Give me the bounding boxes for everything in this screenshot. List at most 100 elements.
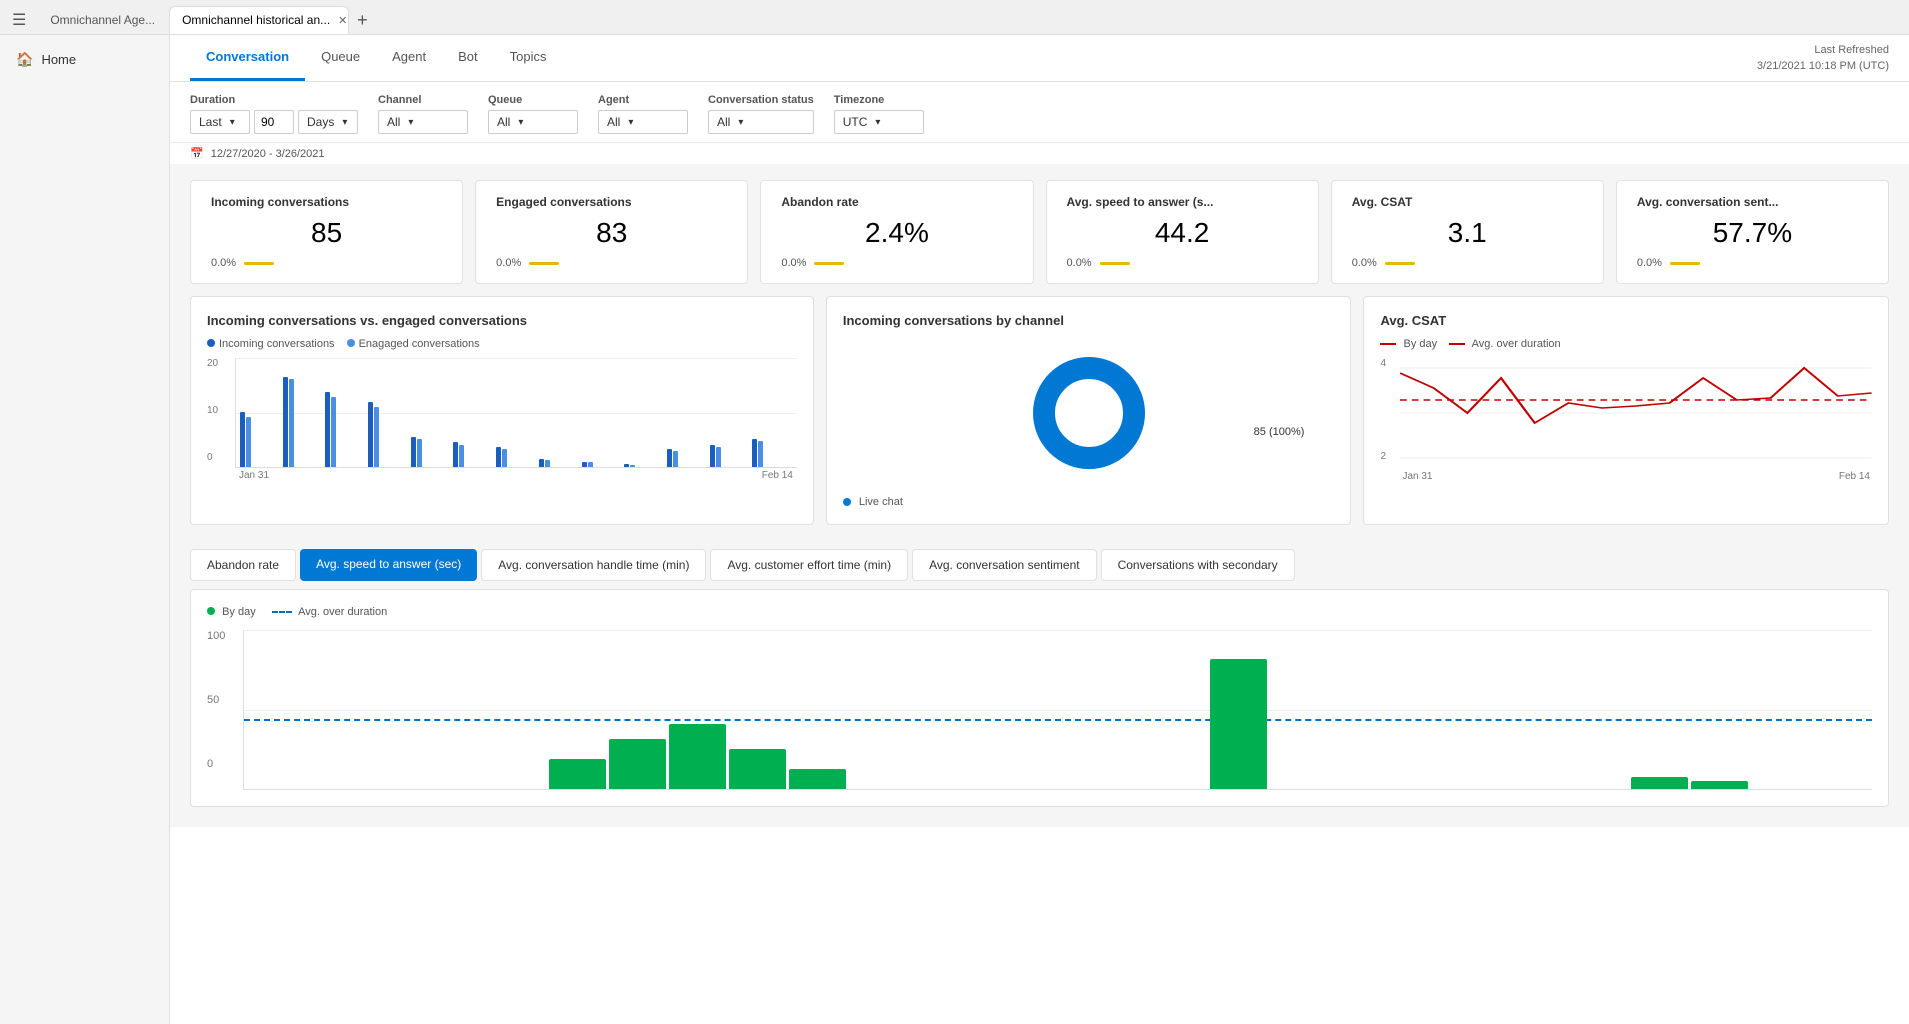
kpi-incoming-footer: 0.0% bbox=[211, 257, 442, 269]
filter-duration-controls: Last ▾ Days ▾ bbox=[190, 110, 358, 134]
bottom-y-labels: 100 50 0 bbox=[207, 630, 225, 770]
hamburger-icon[interactable]: ☰ bbox=[8, 6, 30, 34]
bar-chart-legend: Incoming conversations Enagaged conversa… bbox=[207, 338, 797, 350]
chevron-down-icon-6: ▾ bbox=[738, 117, 743, 128]
kpi-speed-delta: 0.0% bbox=[1067, 257, 1092, 269]
donut-svg bbox=[1029, 353, 1149, 473]
filter-duration-label: Duration bbox=[190, 94, 358, 106]
line-y-labels: 42 bbox=[1380, 358, 1386, 462]
last-refreshed-value: 3/21/2021 10:18 PM (UTC) bbox=[1757, 58, 1889, 75]
home-icon: 🏠 bbox=[16, 51, 33, 68]
kpi-speed-trend-bar bbox=[1100, 262, 1130, 265]
bottom-chart-card: By day Avg. over duration 100 50 0 bbox=[190, 589, 1889, 807]
tab-agent[interactable]: Agent bbox=[376, 35, 442, 81]
conv-status-select[interactable]: All ▾ bbox=[708, 110, 814, 134]
kpi-sentiment-trend-bar bbox=[1670, 262, 1700, 265]
bottom-bar-chart bbox=[243, 630, 1872, 790]
agent-select[interactable]: All ▾ bbox=[598, 110, 688, 134]
chevron-down-icon-3: ▾ bbox=[408, 117, 413, 128]
kpi-abandon-trend-bar bbox=[814, 262, 844, 265]
kpi-abandon-title: Abandon rate bbox=[781, 195, 1012, 209]
kpi-abandon-footer: 0.0% bbox=[781, 257, 1012, 269]
filter-conversation-status: Conversation status All ▾ bbox=[708, 94, 814, 134]
legend-avg-duration: Avg. over duration bbox=[1449, 338, 1561, 350]
donut-chart-card: Incoming conversations by channel 85 (10… bbox=[826, 296, 1352, 525]
bottom-tab-secondary[interactable]: Conversations with secondary bbox=[1101, 549, 1295, 581]
tab-topics[interactable]: Topics bbox=[494, 35, 563, 81]
chevron-down-icon-7: ▾ bbox=[875, 117, 880, 128]
charts-row: Incoming conversations vs. engaged conve… bbox=[170, 296, 1909, 537]
bottom-tab-sentiment[interactable]: Avg. conversation sentiment bbox=[912, 549, 1097, 581]
legend-by-day-bottom: By day bbox=[207, 606, 256, 618]
filters-bar: Duration Last ▾ Days ▾ Channel All bbox=[170, 82, 1909, 143]
bottom-tab-abandon[interactable]: Abandon rate bbox=[190, 549, 296, 581]
queue-select[interactable]: All ▾ bbox=[488, 110, 578, 134]
chevron-down-icon-4: ▾ bbox=[518, 117, 523, 128]
bottom-chart-legend: By day Avg. over duration bbox=[207, 606, 1872, 618]
bottom-tab-effort[interactable]: Avg. customer effort time (min) bbox=[710, 549, 908, 581]
bottom-tab-speed[interactable]: Avg. speed to answer (sec) bbox=[300, 549, 477, 581]
filter-timezone: Timezone UTC ▾ bbox=[834, 94, 924, 134]
line-chart-card: Avg. CSAT By day Avg. over duration 42 bbox=[1363, 296, 1889, 525]
channel-select[interactable]: All ▾ bbox=[378, 110, 468, 134]
kpi-card-csat: Avg. CSAT 3.1 0.0% bbox=[1331, 180, 1604, 284]
kpi-incoming-value: 85 bbox=[211, 217, 442, 249]
bottom-chart-tabs: Abandon rate Avg. speed to answer (sec) … bbox=[170, 537, 1909, 589]
timezone-select[interactable]: UTC ▾ bbox=[834, 110, 924, 134]
line-chart-area: 42 Jan 31 Feb 14 bbox=[1380, 358, 1872, 482]
bar-chart-card: Incoming conversations vs. engaged conve… bbox=[190, 296, 814, 525]
new-tab-button[interactable]: + bbox=[351, 8, 374, 33]
filter-duration: Duration Last ▾ Days ▾ bbox=[190, 94, 358, 134]
chevron-down-icon: ▾ bbox=[230, 117, 235, 128]
tab-conversation[interactable]: Conversation bbox=[190, 35, 305, 81]
duration-value-input[interactable] bbox=[254, 110, 294, 134]
chevron-down-icon-2: ▾ bbox=[342, 117, 347, 128]
bottom-tab-handle[interactable]: Avg. conversation handle time (min) bbox=[481, 549, 706, 581]
tab-close-icon[interactable]: ✕ bbox=[338, 14, 347, 27]
kpi-csat-delta: 0.0% bbox=[1352, 257, 1377, 269]
kpi-engaged-value: 83 bbox=[496, 217, 727, 249]
bottom-chart-area: By day Avg. over duration 100 50 0 bbox=[170, 589, 1909, 827]
kpi-engaged-trend-bar bbox=[529, 262, 559, 265]
kpi-engaged-footer: 0.0% bbox=[496, 257, 727, 269]
duration-unit-select[interactable]: Days ▾ bbox=[298, 110, 358, 134]
kpi-sentiment-title: Avg. conversation sent... bbox=[1637, 195, 1868, 209]
kpi-speed-value: 44.2 bbox=[1067, 217, 1298, 249]
tab-bot[interactable]: Bot bbox=[442, 35, 494, 81]
line-x-labels: Jan 31 Feb 14 bbox=[1400, 471, 1872, 482]
sidebar-item-home[interactable]: 🏠 Home bbox=[0, 43, 169, 76]
chevron-down-icon-5: ▾ bbox=[628, 117, 633, 128]
header: Conversation Queue Agent Bot Topics Last… bbox=[170, 35, 1909, 82]
legend-by-day: By day bbox=[1380, 338, 1437, 350]
filter-agent-label: Agent bbox=[598, 94, 688, 106]
filter-channel: Channel All ▾ bbox=[378, 94, 468, 134]
filter-agent: Agent All ▾ bbox=[598, 94, 688, 134]
kpi-cards-row: Incoming conversations 85 0.0% Engaged c… bbox=[170, 164, 1909, 296]
main-content: Conversation Queue Agent Bot Topics Last… bbox=[170, 35, 1909, 1024]
browser-tab-bar: ☰ Omnichannel Age... Omnichannel histori… bbox=[0, 0, 1909, 35]
filter-channel-label: Channel bbox=[378, 94, 468, 106]
tab-queue[interactable]: Queue bbox=[305, 35, 376, 81]
kpi-sentiment-footer: 0.0% bbox=[1637, 257, 1868, 269]
kpi-sentiment-delta: 0.0% bbox=[1637, 257, 1662, 269]
browser-tab-1[interactable]: Omnichannel Age... bbox=[38, 7, 167, 33]
kpi-card-speed: Avg. speed to answer (s... 44.2 0.0% bbox=[1046, 180, 1319, 284]
kpi-abandon-delta: 0.0% bbox=[781, 257, 806, 269]
kpi-speed-title: Avg. speed to answer (s... bbox=[1067, 195, 1298, 209]
kpi-csat-title: Avg. CSAT bbox=[1352, 195, 1583, 209]
kpi-card-engaged: Engaged conversations 83 0.0% bbox=[475, 180, 748, 284]
date-range-display: 📅 12/27/2020 - 3/26/2021 bbox=[170, 143, 1909, 164]
browser-tab-2[interactable]: Omnichannel historical an... ✕ bbox=[169, 6, 349, 34]
kpi-csat-footer: 0.0% bbox=[1352, 257, 1583, 269]
filter-conv-status-label: Conversation status bbox=[708, 94, 814, 106]
kpi-csat-trend-bar bbox=[1385, 262, 1415, 265]
duration-preset-select[interactable]: Last ▾ bbox=[190, 110, 250, 134]
kpi-speed-footer: 0.0% bbox=[1067, 257, 1298, 269]
last-refreshed: Last Refreshed 3/21/2021 10:18 PM (UTC) bbox=[1757, 42, 1889, 75]
filter-queue: Queue All ▾ bbox=[488, 94, 578, 134]
filter-queue-label: Queue bbox=[488, 94, 578, 106]
kpi-engaged-title: Engaged conversations bbox=[496, 195, 727, 209]
legend-incoming: Incoming conversations bbox=[207, 338, 335, 350]
sidebar-item-home-label: Home bbox=[41, 52, 76, 67]
kpi-csat-value: 3.1 bbox=[1352, 217, 1583, 249]
